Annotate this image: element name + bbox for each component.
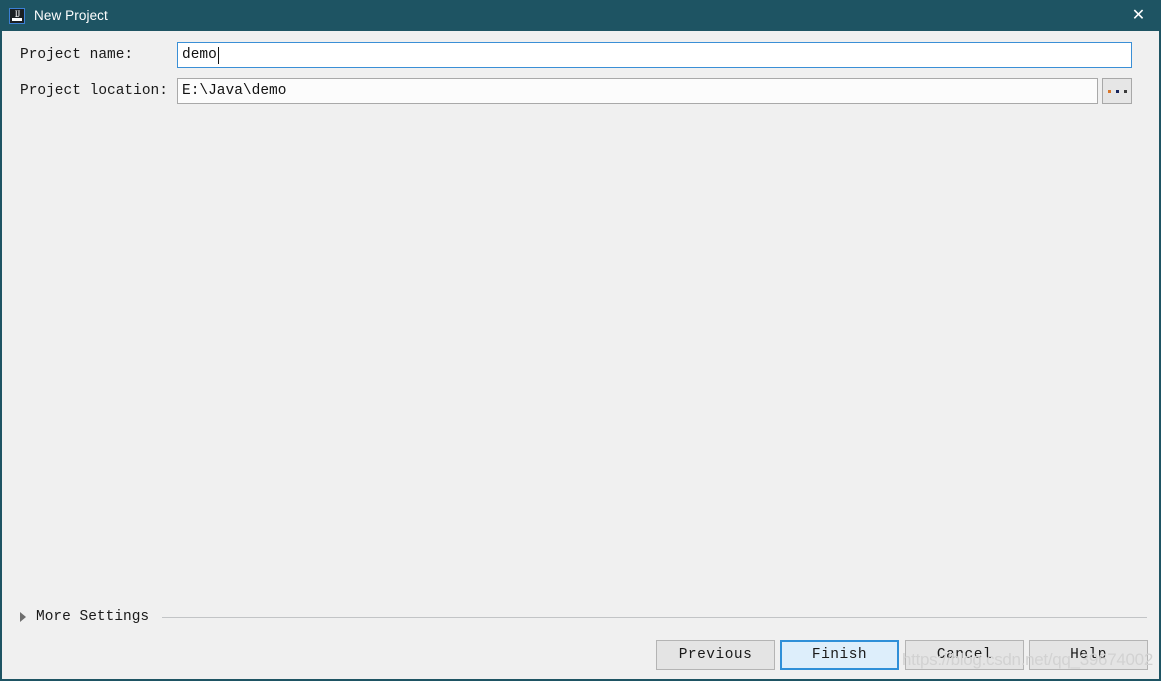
intellij-idea-icon: IJ	[9, 7, 25, 24]
text-caret	[217, 46, 219, 64]
window-title: New Project	[34, 8, 108, 23]
finish-button[interactable]: Finish	[780, 640, 899, 670]
close-icon[interactable]: ✕	[1116, 0, 1159, 31]
ellipsis-dot-icon	[1123, 89, 1127, 93]
project-name-row: Project name: demo	[2, 42, 1132, 68]
more-settings-label: More Settings	[36, 609, 150, 625]
browse-folder-button[interactable]	[1102, 78, 1132, 104]
intellij-idea-icon-bar	[12, 17, 22, 21]
project-location-value: E:\Java\demo	[182, 83, 287, 99]
ellipsis-dot-icon	[1107, 89, 1111, 93]
title-bar: IJ New Project ✕	[2, 0, 1159, 31]
project-location-label: Project location:	[20, 83, 168, 99]
new-project-dialog: IJ New Project ✕ Project name: demo Proj…	[0, 0, 1161, 681]
project-name-value: demo	[182, 47, 217, 63]
more-settings-toggle[interactable]: More Settings	[20, 607, 1147, 627]
project-location-row: Project location: E:\Java\demo	[2, 78, 1132, 104]
ellipsis-dot-icon	[1115, 89, 1119, 93]
help-button[interactable]: Help	[1029, 640, 1148, 670]
previous-button[interactable]: Previous	[656, 640, 775, 670]
dialog-footer: Previous Finish Cancel Help	[2, 632, 1159, 679]
project-name-label: Project name:	[20, 47, 134, 63]
chevron-right-icon	[20, 612, 26, 622]
project-location-input[interactable]: E:\Java\demo	[177, 78, 1098, 104]
more-settings-divider	[162, 616, 1147, 618]
project-name-input[interactable]: demo	[177, 42, 1132, 68]
cancel-button[interactable]: Cancel	[905, 640, 1024, 670]
dialog-content: Project name: demo Project location: E:\…	[2, 31, 1159, 679]
